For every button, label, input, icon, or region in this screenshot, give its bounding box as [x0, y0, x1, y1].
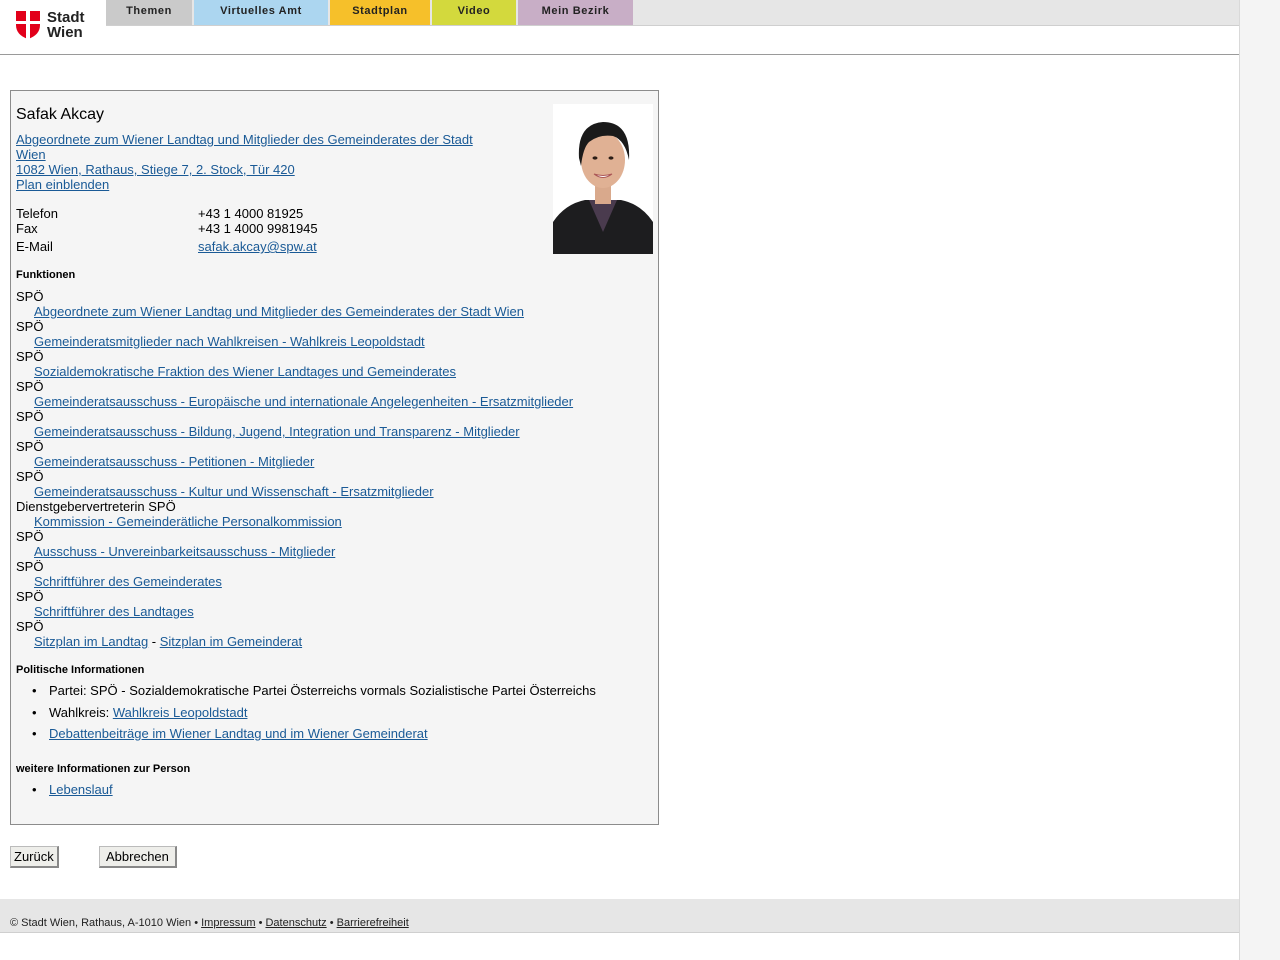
function-role: SPÖ — [16, 289, 44, 304]
footer-separator: • — [255, 917, 266, 929]
function-link[interactable]: Abgeordnete zum Wiener Landtag und Mitgl… — [34, 304, 524, 319]
partei-text: Partei: SPÖ - Sozialdemokratische Partei… — [49, 683, 596, 698]
tab-stadtplan[interactable]: Stadtplan — [330, 0, 430, 25]
function-link[interactable]: Gemeinderatsausschuss - Kultur und Wisse… — [34, 484, 434, 499]
debatten-link[interactable]: Debattenbeiträge im Wiener Landtag und i… — [49, 726, 428, 741]
footer-separator: • — [191, 917, 202, 929]
function-role: SPÖ — [16, 559, 44, 574]
telefon-value: +43 1 4000 81925 — [198, 206, 304, 221]
footer-copyright: © Stadt Wien, Rathaus, A-1010 Wien — [10, 917, 192, 929]
function-link[interactable]: Sozialdemokratische Fraktion des Wiener … — [34, 364, 456, 379]
person-photo — [553, 104, 653, 254]
wien-shield-icon — [16, 11, 40, 39]
lebenslauf-item: Lebenslauf — [32, 782, 113, 797]
stadt-wien-logo[interactable]: Stadt Wien — [16, 10, 96, 42]
wahlkreis-item: Wahlkreis: Wahlkreis Leopoldstadt — [32, 705, 247, 720]
site-footer: © Stadt Wien, Rathaus, A-1010 Wien • Imp… — [0, 899, 1239, 933]
function-link[interactable]: Kommission - Gemeinderätliche Personalko… — [34, 514, 342, 529]
role-link[interactable]: Abgeordnete zum Wiener Landtag und Mitgl… — [16, 132, 473, 162]
function-link[interactable]: Schriftführer des Landtages — [34, 604, 194, 619]
logo-line-2: Wien — [47, 24, 83, 41]
politische-info-heading: Politische Informationen — [16, 664, 145, 676]
email-link[interactable]: safak.akcay@spw.at — [198, 239, 317, 254]
wahlkreis-label: Wahlkreis: — [49, 705, 113, 720]
email-label: E-Mail — [16, 239, 53, 254]
lebenslauf-link[interactable]: Lebenslauf — [49, 782, 113, 797]
footer-separator: • — [326, 917, 337, 929]
function-role: SPÖ — [16, 319, 44, 334]
impressum-link[interactable]: Impressum — [201, 917, 255, 929]
function-role: SPÖ — [16, 619, 44, 634]
function-role: SPÖ — [16, 439, 44, 454]
function-link[interactable]: Gemeinderatsausschuss - Petitionen - Mit… — [34, 454, 314, 469]
function-role: SPÖ — [16, 379, 44, 394]
wahlkreis-link[interactable]: Wahlkreis Leopoldstadt — [113, 705, 248, 720]
tab-mein-bezirk[interactable]: Mein Bezirk — [518, 0, 633, 25]
function-role: SPÖ — [16, 589, 44, 604]
sitzplan-separator: - — [148, 634, 160, 649]
tab-video[interactable]: Video — [432, 0, 516, 25]
function-role: SPÖ — [16, 529, 44, 544]
role-link-line-1: Abgeordnete zum Wiener Landtag und Mitgl… — [16, 132, 473, 147]
partei-item: Partei: SPÖ - Sozialdemokratische Partei… — [32, 683, 596, 698]
portrait-image — [553, 104, 653, 254]
person-name: Safak Akcay — [16, 106, 105, 123]
tab-virtuelles-amt[interactable]: Virtuelles Amt — [194, 0, 328, 25]
debatten-item: Debattenbeiträge im Wiener Landtag und i… — [32, 726, 428, 741]
tab-themen[interactable]: Themen — [106, 0, 192, 25]
cancel-button[interactable]: Abbrechen — [99, 846, 177, 868]
function-link[interactable]: Gemeinderatsmitglieder nach Wahlkreisen … — [34, 334, 425, 349]
sitzplan-gemeinderat-link[interactable]: Sitzplan im Gemeinderat — [160, 634, 302, 649]
page: Stadt Wien Themen Virtuelles Amt Stadtpl… — [0, 0, 1240, 960]
function-link[interactable]: Gemeinderatsausschuss - Bildung, Jugend,… — [34, 424, 520, 439]
logo-text: Stadt Wien — [47, 10, 85, 40]
function-role: Dienstgebervertreterin SPÖ — [16, 499, 176, 514]
back-button[interactable]: Zurück — [10, 846, 59, 868]
telefon-label: Telefon — [16, 206, 58, 221]
show-map-link[interactable]: Plan einblenden — [16, 177, 109, 192]
person-card: Safak Akcay Abgeordnete zum Wiener Landt… — [10, 90, 659, 825]
footer-text: © Stadt Wien, Rathaus, A-1010 Wien • Imp… — [10, 917, 409, 929]
function-link[interactable]: Gemeinderatsausschuss - Europäische und … — [34, 394, 573, 409]
function-link[interactable]: Ausschuss - Unvereinbarkeitsausschuss - … — [34, 544, 335, 559]
sitzplan-links: Sitzplan im Landtag - Sitzplan im Gemein… — [34, 634, 302, 649]
function-role: SPÖ — [16, 469, 44, 484]
funktionen-heading: Funktionen — [16, 269, 76, 281]
function-link[interactable]: Schriftführer des Gemeinderates — [34, 574, 222, 589]
fax-label: Fax — [16, 221, 38, 236]
role-link-line-2: Wien — [16, 147, 46, 162]
sitzplan-landtag-link[interactable]: Sitzplan im Landtag — [34, 634, 148, 649]
address-link[interactable]: 1082 Wien, Rathaus, Stiege 7, 2. Stock, … — [16, 162, 295, 177]
function-role: SPÖ — [16, 349, 44, 364]
function-role: SPÖ — [16, 409, 44, 424]
barrierefreiheit-link[interactable]: Barrierefreiheit — [337, 917, 409, 929]
datenschutz-link[interactable]: Datenschutz — [265, 917, 326, 929]
fax-value: +43 1 4000 9981945 — [198, 221, 318, 236]
weitere-info-heading: weitere Informationen zur Person — [16, 763, 191, 775]
